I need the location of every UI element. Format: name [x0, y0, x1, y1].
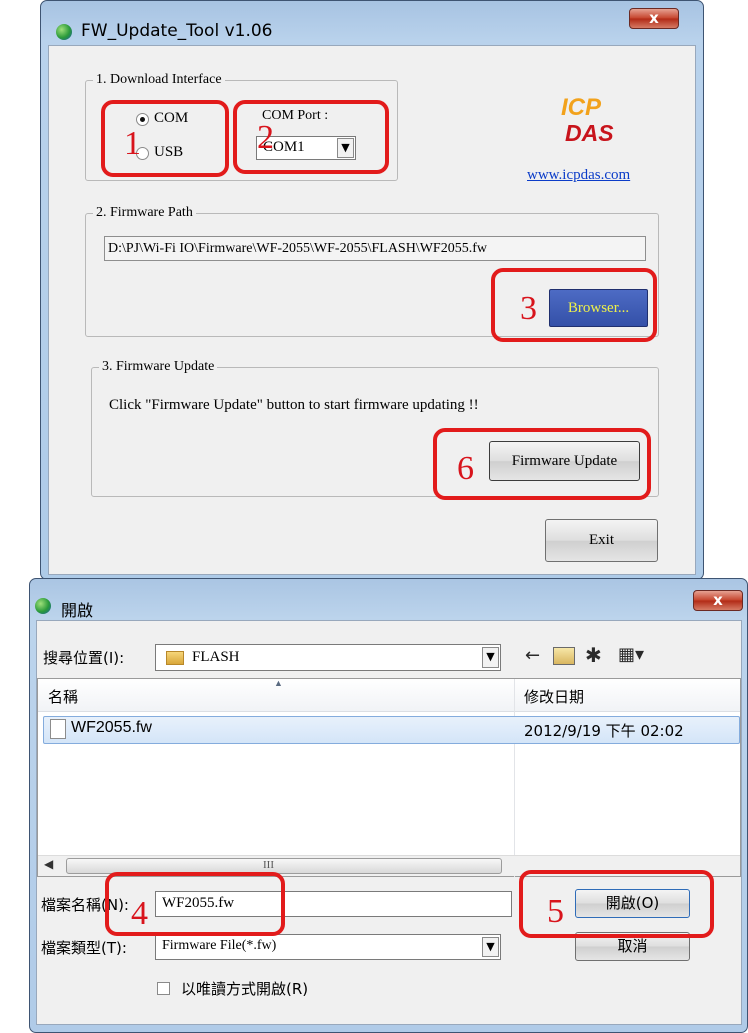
view-menu-icon[interactable]: ▦▾: [618, 644, 644, 665]
look-in-select[interactable]: FLASH ▼: [155, 644, 501, 671]
annotation-number-4: 4: [131, 895, 148, 932]
column-divider: [514, 679, 515, 877]
readonly-label: 以唯讀方式開啟(R): [181, 980, 309, 998]
dialog-close-button[interactable]: x: [693, 590, 743, 611]
annotation-number-2: 2: [257, 119, 274, 156]
logo-text-das: DAS: [565, 120, 614, 146]
firmware-update-instruction: Click "Firmware Update" button to start …: [109, 397, 479, 413]
icpdas-link[interactable]: www.icpdas.com: [527, 167, 630, 184]
download-interface-label: 1. Download Interface: [93, 72, 225, 88]
firmware-path-field[interactable]: D:\PJ\Wi-Fi IO\Firmware\WF-2055\WF-2055\…: [104, 236, 646, 261]
filetype-label: 檔案類型(T):: [41, 939, 127, 957]
annotation-number-5: 5: [547, 893, 564, 930]
file-name: WF2055.fw: [71, 719, 152, 736]
column-modified[interactable]: 修改日期: [524, 686, 584, 707]
dialog-title: 開啟: [61, 601, 94, 620]
annotation-box-1: [101, 100, 229, 177]
firmware-update-label: 3. Firmware Update: [99, 359, 218, 375]
up-folder-icon[interactable]: [553, 647, 575, 665]
file-modified: 2012/9/19 下午 02:02: [524, 722, 684, 740]
close-button[interactable]: x: [629, 8, 679, 29]
folder-icon: [166, 651, 184, 665]
logo-text-icp: ICP: [561, 94, 602, 121]
exit-button[interactable]: Exit: [545, 519, 658, 562]
chevron-down-icon[interactable]: ▼: [482, 937, 499, 957]
readonly-checkbox[interactable]: [157, 982, 170, 995]
column-name[interactable]: 名稱: [48, 686, 78, 707]
sort-ascending-icon: ▲: [274, 678, 283, 688]
icpdas-logo: ICP DAS: [551, 94, 627, 148]
annotation-number-6: 6: [457, 450, 474, 487]
dialog-globe-icon: [35, 598, 51, 614]
file-list-header: [38, 679, 740, 712]
annotation-number-3: 3: [520, 290, 537, 327]
thumb-grip: III: [263, 859, 274, 871]
filetype-select[interactable]: Firmware File(*.fw) ▼: [155, 934, 501, 960]
annotation-number-1: 1: [124, 125, 141, 162]
annotation-box-3: [491, 268, 657, 342]
scroll-left-icon[interactable]: ◀: [44, 857, 53, 872]
firmware-path-label: 2. Firmware Path: [93, 205, 196, 221]
look-in-label: 搜尋位置(I):: [43, 649, 125, 667]
fw-window-title: FW_Update_Tool v1.06: [81, 21, 273, 41]
back-arrow-icon[interactable]: ←: [525, 645, 540, 666]
new-folder-icon[interactable]: ✱: [585, 643, 602, 667]
filetype-value: Firmware File(*.fw): [162, 938, 277, 953]
chevron-down-icon[interactable]: ▼: [482, 647, 499, 668]
file-icon: [50, 719, 66, 739]
look-in-value: FLASH: [192, 649, 240, 665]
app-globe-icon: [56, 24, 72, 40]
